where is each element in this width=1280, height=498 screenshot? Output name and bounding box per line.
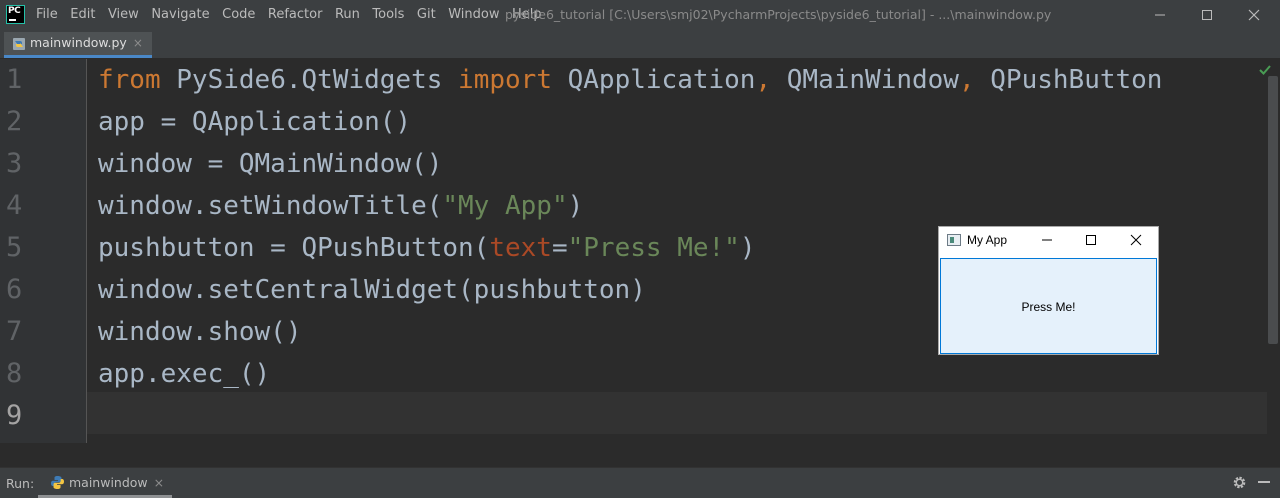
tab-close-icon[interactable]: × (133, 36, 143, 50)
qt-window-icon (947, 234, 961, 246)
line-number: 5 (6, 232, 23, 263)
menu-code[interactable]: Code (222, 7, 255, 22)
keyword-from: from (98, 65, 161, 95)
comma: , (958, 65, 975, 95)
line-number: 6 (6, 274, 23, 305)
line-number: 2 (6, 106, 23, 137)
current-line-highlight (87, 392, 1267, 434)
code-text: QPushButton (974, 65, 1163, 95)
string-literal: "Press Me!" (567, 233, 740, 263)
python-icon (51, 476, 64, 489)
line-number: 3 (6, 148, 23, 179)
menu-git[interactable]: Git (417, 7, 436, 22)
tab-label: mainwindow.py (30, 35, 127, 50)
menu-window[interactable]: Window (448, 7, 499, 22)
python-file-icon (13, 38, 25, 50)
menu-file[interactable]: File (36, 7, 58, 22)
menu-navigate[interactable]: Navigate (151, 7, 209, 22)
code-text: PySide6.QtWidgets (160, 65, 459, 95)
maximize-icon[interactable] (1084, 233, 1098, 247)
minimize-icon[interactable] (1149, 4, 1171, 26)
code-text: pushbutton = QPushButton( (98, 233, 490, 263)
editor-footer-gap (0, 443, 1280, 467)
keyword-argument: text (489, 233, 552, 263)
inspection-ok-check-icon[interactable] (1258, 63, 1272, 77)
line-number: 4 (6, 190, 23, 221)
menu-view[interactable]: View (108, 7, 139, 22)
menu-run[interactable]: Run (335, 7, 360, 22)
code-line-8[interactable]: app.exec_() (98, 353, 270, 395)
line-number: 8 (6, 358, 23, 389)
code-text: ) (567, 191, 584, 221)
editor-scrollbar[interactable] (1268, 76, 1278, 344)
code-line-1[interactable]: from PySide6.QtWidgets import QApplicati… (98, 59, 1162, 101)
line-number: 9 (6, 400, 23, 431)
editor-tab-bar: mainwindow.py × (0, 30, 1280, 59)
code-text: QApplication (551, 65, 756, 95)
run-tab-label: mainwindow (69, 475, 148, 490)
menu-edit[interactable]: Edit (70, 7, 95, 22)
menu-tools[interactable]: Tools (372, 7, 404, 22)
keyword-import: import (458, 65, 552, 95)
menu-refactor[interactable]: Refactor (268, 7, 323, 22)
code-text: QMainWindow (771, 65, 959, 95)
code-line-6[interactable]: window.setCentralWidget(pushbutton) (98, 269, 646, 311)
code-line-5[interactable]: pushbutton = QPushButton(text="Press Me!… (98, 227, 755, 269)
run-tool-window-bar: Run: mainwindow × (0, 467, 1280, 498)
code-text: window.setWindowTitle( (98, 191, 443, 221)
code-line-2[interactable]: app = QApplication() (98, 101, 411, 143)
code-line-3[interactable]: window = QMainWindow() (98, 143, 442, 185)
tab-mainwindow-py[interactable]: mainwindow.py × (4, 32, 152, 58)
pycharm-logo-icon: PC (6, 5, 25, 24)
title-bar: PC File Edit View Navigate Code Refactor… (0, 0, 1280, 30)
run-tab-close-icon[interactable]: × (154, 475, 164, 490)
close-icon[interactable] (1129, 233, 1143, 247)
minimize-icon[interactable] (1040, 233, 1054, 247)
hide-panel-icon[interactable] (1258, 481, 1270, 483)
app-window-title: My App (967, 233, 1008, 247)
main-menu: File Edit View Navigate Code Refactor Ru… (36, 7, 554, 22)
string-literal: "My App" (442, 191, 568, 221)
window-title: pyside6_tutorial [C:\Users\smj02\Pycharm… (505, 7, 1052, 22)
code-line-7[interactable]: window.show() (98, 311, 302, 353)
gear-icon[interactable] (1231, 474, 1248, 491)
press-me-button[interactable]: Press Me! (940, 258, 1157, 354)
run-label: Run: (6, 476, 35, 491)
code-text: ) (739, 233, 756, 263)
line-number-gutter: 1 2 3 4 5 6 7 8 9 (0, 59, 87, 443)
my-app-window: My App Press Me! (938, 226, 1159, 355)
run-tab-mainwindow[interactable]: mainwindow × (38, 468, 173, 498)
line-number: 1 (6, 64, 23, 95)
close-icon[interactable] (1243, 4, 1265, 26)
line-number: 7 (6, 316, 23, 347)
code-line-4[interactable]: window.setWindowTitle("My App") (98, 185, 583, 227)
maximize-icon[interactable] (1196, 4, 1218, 26)
comma: , (755, 65, 772, 95)
code-text: = (551, 233, 568, 263)
